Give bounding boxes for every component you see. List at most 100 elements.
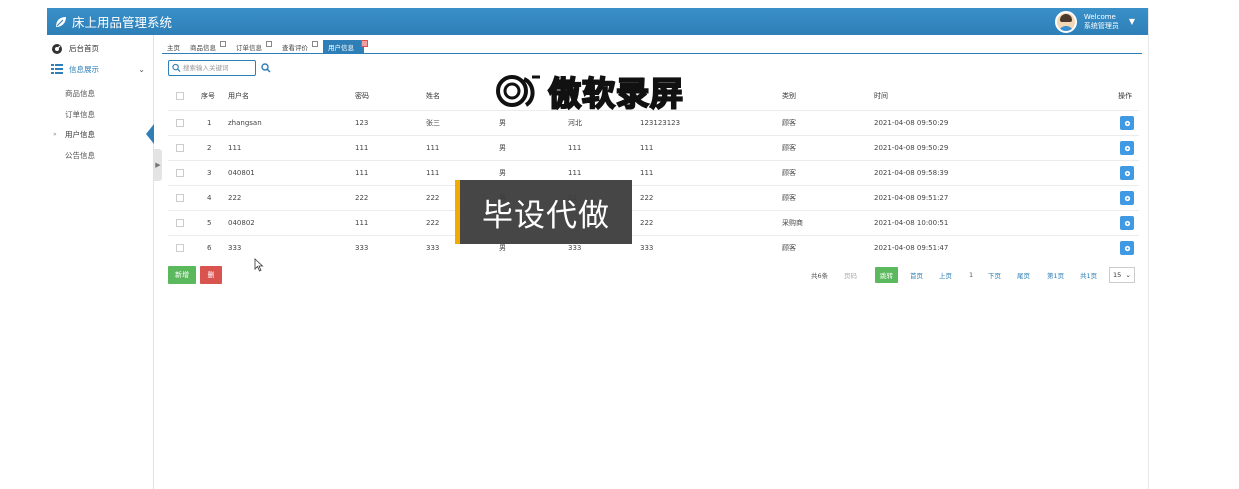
sidebar-item-goods[interactable]: 商品信息 [47, 83, 153, 103]
cell-index: 6 [207, 244, 212, 252]
avatar[interactable] [1054, 10, 1077, 33]
delete-button[interactable]: 删 [200, 266, 222, 284]
top-header: 床上用品管理系统 Welcome 系统管理员 ▼ [47, 8, 1148, 35]
table-row: 4222222222男22222顾客2021-04-08 09:51:27 [168, 185, 1139, 210]
page-size-select[interactable]: 15 ⌄ [1109, 267, 1135, 283]
chevron-down-icon: ⌄ [138, 64, 145, 74]
sidebar-item-label: 用户信息 [65, 129, 95, 139]
gear-icon [1124, 145, 1130, 151]
cell-password: 222 [355, 194, 369, 202]
sidebar-item-orders[interactable]: 订单信息 [47, 104, 153, 124]
edit-button[interactable] [1120, 241, 1134, 255]
cell-phone: 222 [640, 194, 654, 202]
user-role: 系统管理员 [1083, 21, 1119, 30]
col-header-password: 密码 [355, 91, 369, 100]
tab-goods[interactable]: 商品信息 [185, 40, 231, 53]
tab-users[interactable]: 用户信息 [323, 40, 368, 53]
cell-category: 顾客 [782, 194, 796, 202]
cell-username: 222 [228, 194, 242, 202]
add-button[interactable]: 新增 [168, 266, 196, 284]
close-icon[interactable] [312, 40, 318, 47]
total-pages: 共1页 [1080, 272, 1098, 280]
sidebar-item-users[interactable]: » 用户信息 [47, 124, 154, 144]
user-info: Welcome 系统管理员 [1084, 13, 1119, 31]
edit-button[interactable] [1120, 216, 1134, 230]
cell-time: 2021-04-08 09:51:47 [874, 244, 949, 252]
close-icon[interactable] [361, 40, 368, 47]
dashboard-icon [52, 44, 62, 54]
sidebar-group-info[interactable]: 信息展示 ⌄ [47, 59, 153, 79]
cell-index: 4 [207, 194, 212, 202]
row-checkbox[interactable] [176, 136, 184, 160]
page-number-input[interactable]: 页码 [844, 267, 857, 283]
row-checkbox[interactable] [176, 186, 184, 210]
cell-username: 111 [228, 144, 242, 152]
close-icon[interactable] [266, 40, 272, 47]
cell-gender: 男 [499, 119, 506, 127]
tab-reviews[interactable]: 查看评价 [277, 40, 323, 53]
row-checkbox[interactable] [176, 236, 184, 260]
prev-page-link[interactable]: 上页 [939, 267, 952, 283]
edit-button[interactable] [1120, 116, 1134, 130]
cell-index: 1 [207, 119, 212, 127]
cell-category: 顾客 [782, 144, 796, 152]
cell-username: 040802 [228, 219, 255, 227]
search-button[interactable] [259, 61, 273, 75]
sidebar-collapse-handle[interactable]: ▶ [154, 149, 162, 181]
col-header-name: 姓名 [426, 91, 440, 100]
sidebar-group-label: 信息展示 [69, 64, 99, 74]
jump-button[interactable]: 跳转 [875, 267, 898, 283]
tab-bar: 主页 商品信息 订单信息 查看评价 用户信息 [162, 40, 1142, 54]
current-page[interactable]: 1 [969, 267, 973, 283]
bullet-icon: » [53, 130, 57, 138]
gear-icon [1124, 120, 1130, 126]
sidebar-item-label: 订单信息 [65, 109, 95, 119]
row-action [1120, 236, 1134, 260]
total-count: 共6条 [811, 272, 829, 280]
cell-time: 2021-04-08 09:51:27 [874, 194, 949, 202]
tab-label: 主页 [167, 43, 180, 52]
row-checkbox[interactable] [176, 161, 184, 185]
sidebar-item-label: 公告信息 [65, 150, 95, 160]
search-icon [261, 63, 271, 73]
edit-button[interactable] [1120, 166, 1134, 180]
col-header-category: 类别 [782, 91, 796, 100]
recorder-watermark: 傲软录屏 [494, 68, 716, 114]
tab-orders[interactable]: 订单信息 [231, 40, 277, 53]
cell-username: 040801 [228, 169, 255, 177]
first-page-link[interactable]: 首页 [910, 267, 923, 283]
tab-label: 订单信息 [236, 43, 262, 52]
cell-phone: 111 [640, 169, 654, 177]
cell-password: 111 [355, 144, 369, 152]
tab-home[interactable]: 主页 [162, 40, 185, 53]
brand[interactable]: 床上用品管理系统 [55, 12, 172, 31]
search-icon [172, 63, 181, 73]
cell-name: 111 [426, 144, 440, 152]
pagination: 共6条 页码 跳转 首页 上页 1 下页 尾页 第1页 共1页 15 ⌄ [807, 267, 1142, 283]
sidebar-item-home[interactable]: 后台首页 [47, 38, 153, 58]
user-menu[interactable]: Welcome 系统管理员 ▼ [1054, 10, 1135, 33]
row-checkbox[interactable] [176, 211, 184, 235]
next-page-link[interactable]: 下页 [988, 267, 1001, 283]
cell-username: zhangsan [228, 119, 262, 127]
search-input[interactable] [183, 64, 255, 72]
row-checkbox[interactable] [176, 111, 184, 135]
close-icon[interactable] [220, 40, 226, 47]
cell-time: 2021-04-08 10:00:51 [874, 219, 949, 227]
last-page-link[interactable]: 尾页 [1017, 267, 1030, 283]
cell-index: 3 [207, 169, 212, 177]
chevron-down-icon: ⌄ [1125, 271, 1131, 279]
cell-name: 222 [426, 219, 440, 227]
edit-button[interactable] [1120, 191, 1134, 205]
sidebar-item-notices[interactable]: 公告信息 [47, 145, 153, 165]
sidebar: 后台首页 信息展示 ⌄ 商品信息 订单信息 » 用户信息 公告信息 [47, 35, 154, 489]
search-field[interactable] [168, 60, 256, 76]
cell-index: 5 [207, 219, 212, 227]
col-header-action: 操作 [1118, 91, 1132, 100]
active-indicator [146, 124, 154, 144]
caret-down-icon[interactable]: ▼ [1129, 17, 1135, 26]
cell-category: 顾客 [782, 119, 796, 127]
row-action [1120, 186, 1134, 210]
edit-button[interactable] [1120, 141, 1134, 155]
select-all-checkbox[interactable] [176, 86, 184, 105]
